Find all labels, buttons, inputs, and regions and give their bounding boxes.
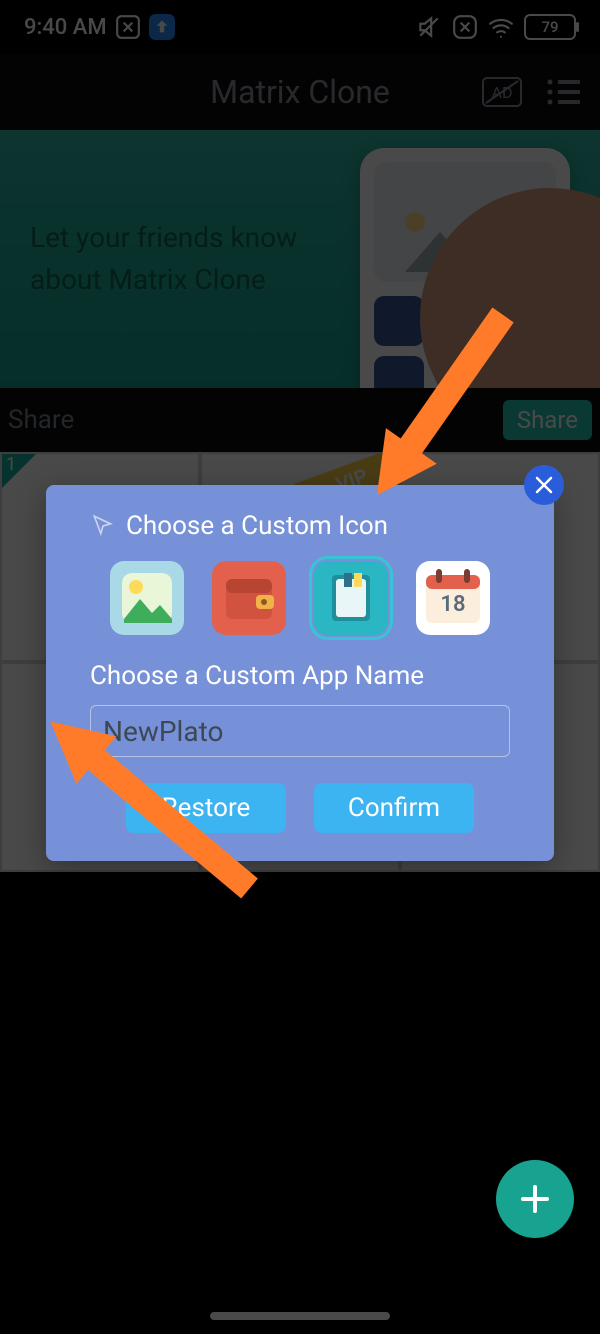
confirm-button[interactable]: Confirm [314,783,474,833]
icon-option-wallet[interactable] [212,561,286,635]
plus-icon [517,1181,553,1217]
add-fab[interactable] [496,1160,574,1238]
wallet-icon [220,569,278,627]
close-icon [534,475,554,495]
dialog-title: Choose a Custom Icon [126,511,388,541]
calendar-icon: 18 [420,565,486,631]
contacts-icon [322,569,380,627]
nav-home-indicator [210,1312,390,1320]
svg-text:18: 18 [440,592,465,617]
dialog-subtitle: Choose a Custom App Name [90,661,510,691]
icon-option-contacts[interactable] [314,561,388,635]
cursor-icon [90,513,116,539]
close-button[interactable] [524,465,564,505]
gallery-icon [118,569,176,627]
icon-option-calendar[interactable]: 18 [416,561,490,635]
icon-option-gallery[interactable] [110,561,184,635]
